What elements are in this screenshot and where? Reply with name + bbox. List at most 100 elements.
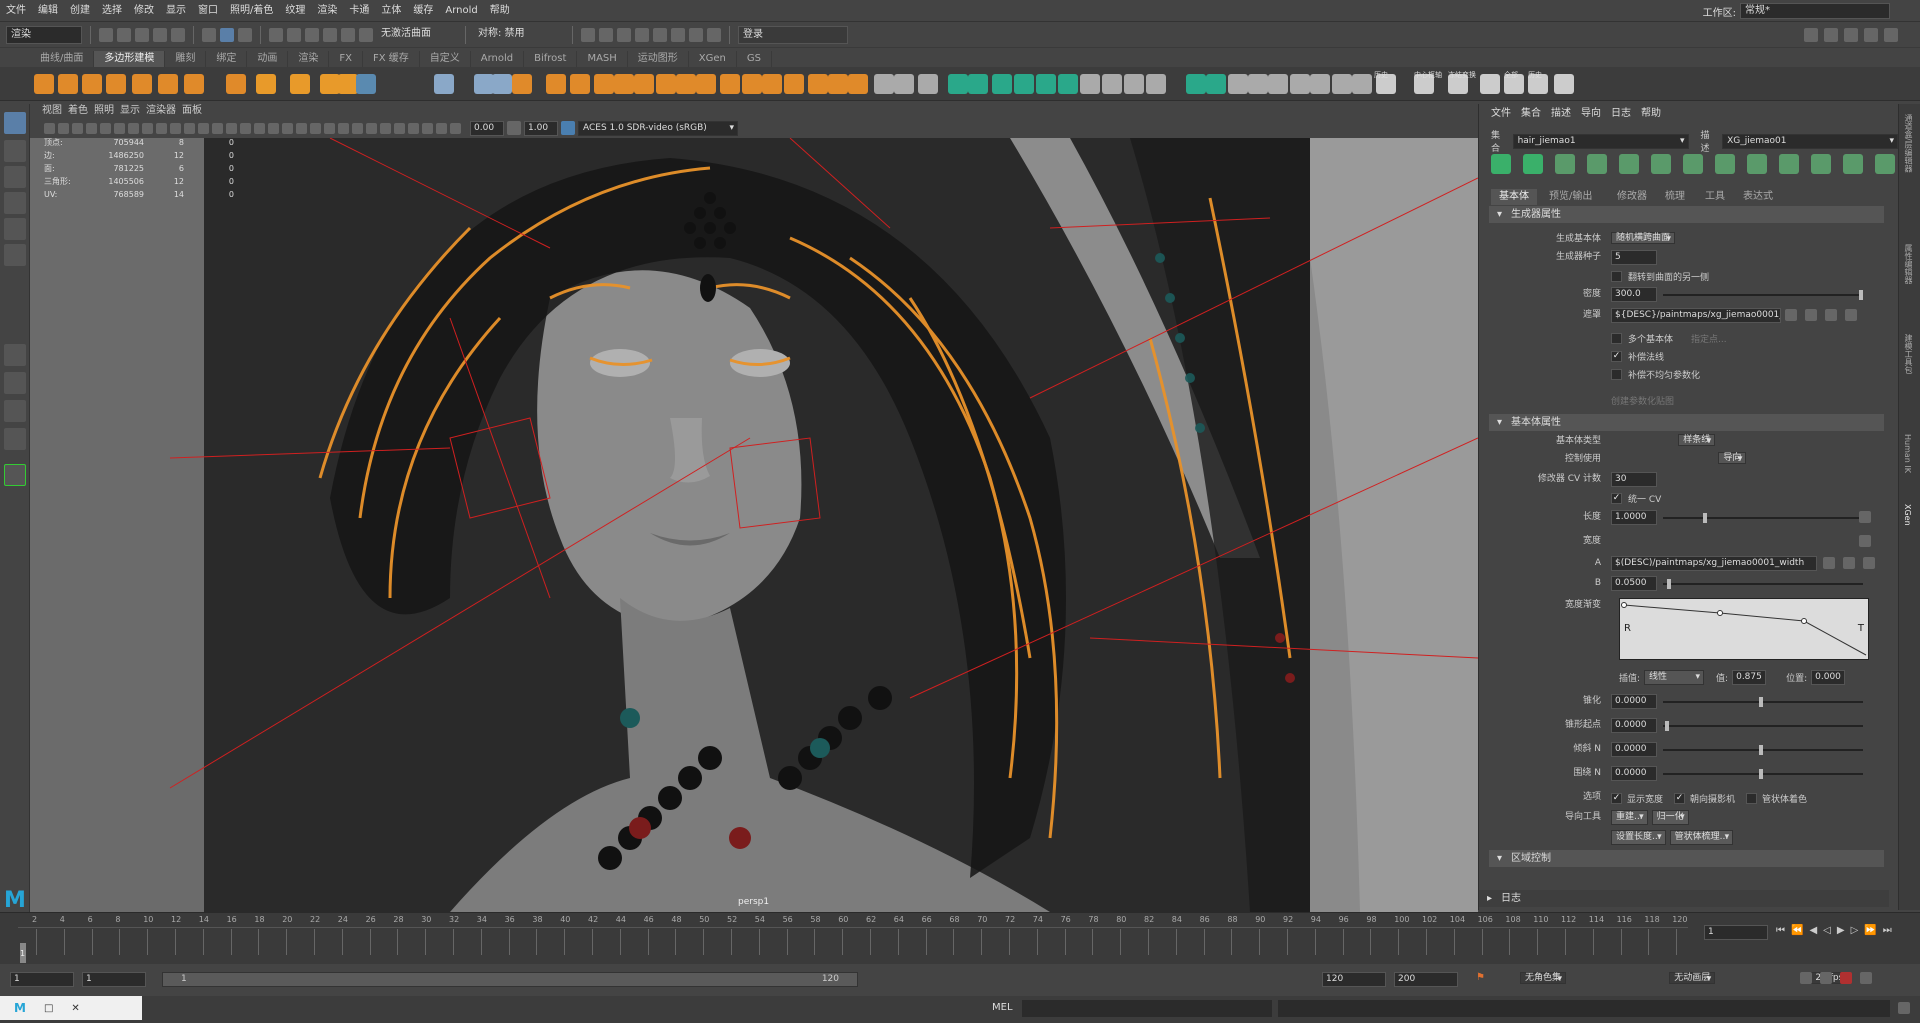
shelf-tool-icon[interactable] <box>1290 74 1310 94</box>
render-view-icon[interactable] <box>581 27 595 42</box>
viewport-toggle-icon[interactable] <box>450 122 461 134</box>
tab-human-ik[interactable]: Human IK <box>1903 434 1912 473</box>
shelf-tool-icon[interactable] <box>1124 74 1144 94</box>
shelf-tool-icon[interactable] <box>512 74 532 94</box>
shelf-tool-icon[interactable] <box>256 74 276 94</box>
viewport-menu-shading[interactable]: 着色 <box>68 104 88 118</box>
step-back-key-icon[interactable]: ⏪ <box>1791 925 1803 936</box>
shelf-tool-icon[interactable] <box>434 74 454 94</box>
menu-set-dropdown[interactable]: 渲染 <box>6 25 82 44</box>
viewport-toggle-icon[interactable] <box>198 122 209 134</box>
shelf-tab[interactable]: 动画 <box>247 51 289 67</box>
viewport-menu-view[interactable]: 视图 <box>42 104 62 118</box>
xgen-menu-log[interactable]: 日志 <box>1611 104 1631 124</box>
width-b-field[interactable]: 0.0500 <box>1611 576 1657 591</box>
xgen-tool-icon[interactable] <box>1843 154 1863 174</box>
paint-select-icon[interactable] <box>4 166 26 188</box>
script-language-label[interactable]: MEL <box>992 1002 1013 1013</box>
shelf-tab[interactable]: 雕刻 <box>165 51 207 67</box>
viewport-toggle-icon[interactable] <box>408 122 419 134</box>
play-forward-icon[interactable]: ▶︎ <box>1837 925 1845 936</box>
shelf-tool-icon[interactable] <box>290 74 310 94</box>
start-time-field[interactable]: 1 <box>10 972 74 987</box>
shelf-freeze-label[interactable]: 冻结变换 <box>1448 70 1476 80</box>
render-frame-icon[interactable] <box>599 27 613 42</box>
generator-dropdown[interactable]: 随机横跨曲面 <box>1611 232 1676 244</box>
shelf-tab[interactable]: Arnold <box>471 51 525 67</box>
shelf-tool-icon[interactable] <box>1206 74 1226 94</box>
outliner-layout-icon[interactable] <box>4 400 26 422</box>
viewport-toggle-icon[interactable] <box>380 122 391 134</box>
snap-view-icon[interactable] <box>323 27 337 42</box>
shelf-tab[interactable]: GS <box>737 51 772 67</box>
specify-points-button[interactable]: 指定点... <box>1691 332 1727 345</box>
shelf-tool-icon[interactable] <box>1036 74 1056 94</box>
normalize-button[interactable]: 归一化 <box>1651 810 1689 825</box>
shelf-tool-icon[interactable] <box>992 74 1012 94</box>
gamma-field[interactable]: 1.00 <box>524 120 558 136</box>
viewport-toggle-icon[interactable] <box>184 122 195 134</box>
layout-toggle-icon[interactable] <box>1824 27 1838 42</box>
arnold-ipr-icon[interactable] <box>689 27 703 42</box>
width-b-slider[interactable] <box>1663 579 1863 589</box>
shelf-tool-icon[interactable] <box>948 74 968 94</box>
menu-display[interactable]: 显示 <box>160 0 192 22</box>
xgen-tool-icon[interactable] <box>1683 154 1703 174</box>
shelf-tool-icon[interactable] <box>132 74 152 94</box>
current-frame-field[interactable]: 1 <box>1704 925 1768 940</box>
shelf-tool-icon[interactable] <box>656 74 676 94</box>
viewport-toggle-icon[interactable] <box>86 122 97 134</box>
end-time-field[interactable]: 200 <box>1394 972 1458 987</box>
arnold-render-icon[interactable] <box>671 27 685 42</box>
save-scene-icon[interactable] <box>135 27 149 42</box>
shelf-tab[interactable]: 曲线/曲面 <box>30 51 95 67</box>
show-width-checkbox[interactable]: ✓ <box>1611 793 1622 804</box>
new-scene-icon[interactable] <box>99 27 113 42</box>
density-slider[interactable] <box>1663 290 1863 300</box>
login-dropdown[interactable]: 登录 <box>738 25 848 44</box>
tilt-n-slider[interactable] <box>1663 745 1863 755</box>
tab-utilities[interactable]: 工具 <box>1697 189 1733 205</box>
xgen-tool-icon[interactable] <box>1747 154 1767 174</box>
xgen-tool-icon[interactable] <box>1555 154 1575 174</box>
xgen-tool-icon[interactable] <box>1491 154 1511 174</box>
hypershade-icon[interactable] <box>653 27 667 42</box>
xgen-tool-icon[interactable] <box>1875 154 1895 174</box>
ipr-render-icon[interactable] <box>617 27 631 42</box>
viewport-toggle-icon[interactable] <box>366 122 377 134</box>
shelf-tool-icon[interactable] <box>1268 74 1288 94</box>
xgen-tool-icon[interactable] <box>1587 154 1607 174</box>
viewport-toggle-icon[interactable] <box>226 122 237 134</box>
shelf-tool-icon[interactable] <box>1248 74 1268 94</box>
shelf-tool-icon[interactable] <box>762 74 782 94</box>
shelf-tool-icon[interactable] <box>918 74 938 94</box>
compensate-param-checkbox[interactable] <box>1611 369 1622 380</box>
shelf-tool-icon[interactable] <box>1332 74 1352 94</box>
taper-start-field[interactable]: 0.0000 <box>1611 718 1657 733</box>
gamma-icon[interactable] <box>507 121 521 135</box>
xgen-menu-file[interactable]: 文件 <box>1491 104 1511 124</box>
snap-curve-icon[interactable] <box>287 27 301 42</box>
shelf-tool-icon[interactable] <box>474 74 494 94</box>
viewport-toggle-icon[interactable] <box>422 122 433 134</box>
save-map-icon[interactable] <box>1805 309 1817 321</box>
description-dropdown[interactable]: XG_jiemao01 <box>1722 133 1898 149</box>
viewport-toggle-icon[interactable] <box>310 122 321 134</box>
auto-key-icon[interactable] <box>1840 972 1852 984</box>
restore-icon[interactable]: □ <box>44 1003 53 1014</box>
tube-shade-checkbox[interactable] <box>1746 793 1758 804</box>
tab-grooming[interactable]: 梳理 <box>1657 189 1693 205</box>
outliner-icon[interactable] <box>4 428 26 450</box>
shelf-tool-icon[interactable] <box>696 74 716 94</box>
tab-primitives[interactable]: 基本体 <box>1491 189 1537 205</box>
scale-tool-icon[interactable] <box>4 244 26 266</box>
shelf-tab[interactable]: 渲染 <box>288 51 330 67</box>
workspace-dropdown[interactable]: 常规* <box>1740 3 1890 19</box>
shelf-tool-icon[interactable] <box>184 74 204 94</box>
shelf-tool-icon[interactable] <box>720 74 740 94</box>
shelf-tool-icon[interactable] <box>1146 74 1166 94</box>
xgen-tool-icon[interactable] <box>1715 154 1735 174</box>
viewport-toggle-icon[interactable] <box>268 122 279 134</box>
ramp-position-field[interactable]: 0.000 <box>1811 670 1846 685</box>
live-surface-field[interactable]: 无激活曲面 <box>377 25 457 44</box>
